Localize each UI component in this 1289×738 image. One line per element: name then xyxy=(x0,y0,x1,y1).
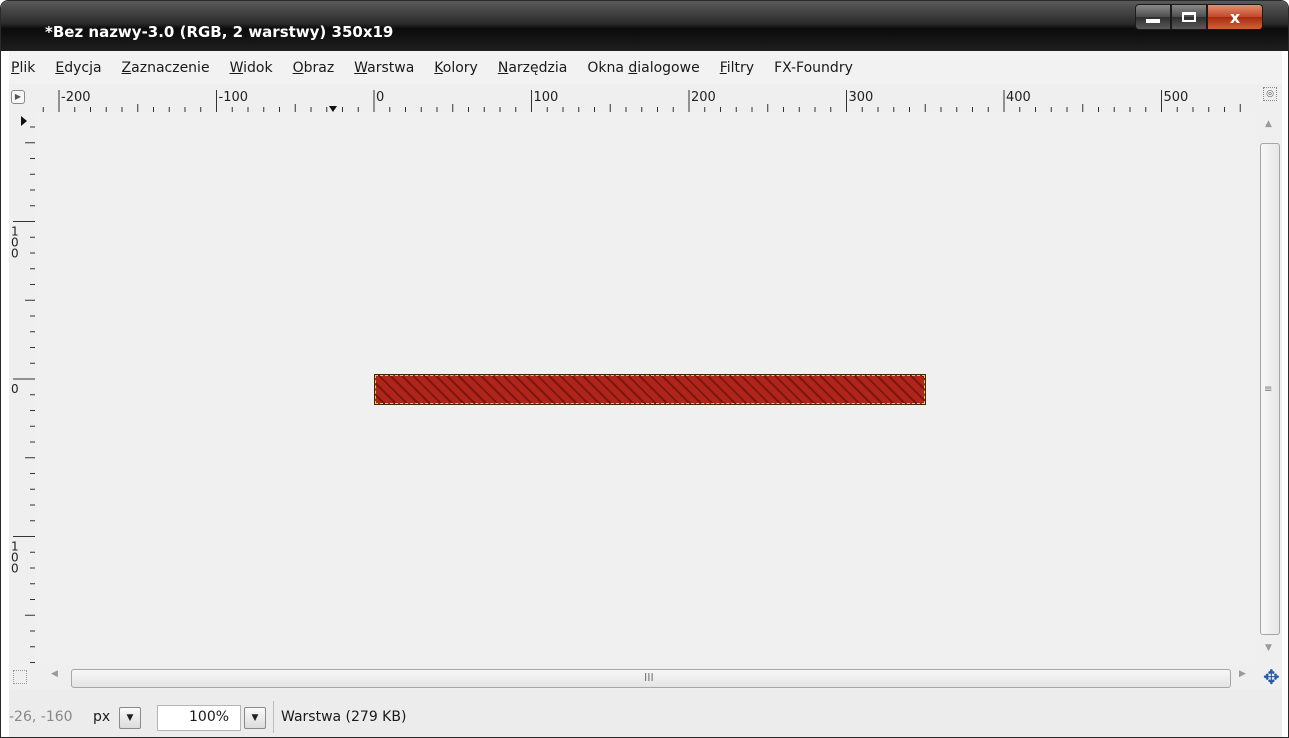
menu-item[interactable]: Kolory xyxy=(434,60,478,76)
ruler-label: 200 xyxy=(691,90,716,105)
grip-icon: ≡ xyxy=(1264,384,1273,395)
image-window: *Bez nazwy-3.0 (RGB, 2 warstwy) 350x19 x… xyxy=(0,0,1289,738)
menu-arrow-icon[interactable]: ▶ xyxy=(11,90,25,104)
title-bar[interactable]: *Bez nazwy-3.0 (RGB, 2 warstwy) 350x19 x xyxy=(1,1,1288,51)
menu-bar: Plik Edycja Zaznaczenie Widok Obraz Warstwa Ko… xyxy=(9,51,1282,84)
zoom-icon[interactable]: ◎ xyxy=(1263,87,1277,101)
scroll-right-icon[interactable]: ▶ xyxy=(1239,669,1246,679)
horizontal-ruler[interactable]: -200 -100 0 100 200 300 400 500 xyxy=(35,84,1255,112)
menu-item[interactable]: Obraz xyxy=(293,60,335,76)
ruler-label: 0 xyxy=(376,90,384,105)
maximize-button[interactable] xyxy=(1171,4,1207,30)
ruler-label: 300 xyxy=(849,90,874,105)
menu-item[interactable]: FX-Foundry xyxy=(774,60,853,76)
ruler-label: 400 xyxy=(1006,90,1031,105)
menu-item[interactable]: Zaznaczenie xyxy=(122,60,210,76)
minimize-icon xyxy=(1146,19,1160,23)
move-cross-icon[interactable]: ✥ xyxy=(1263,665,1280,689)
window-controls: x xyxy=(1135,4,1263,32)
close-icon: x xyxy=(1229,7,1241,27)
status-separator xyxy=(273,701,274,733)
vertical-ruler-scale: 1000100 xyxy=(11,116,35,663)
unit-selector-value[interactable]: px xyxy=(93,709,110,725)
pointer-coordinates: -26, -160 xyxy=(9,709,73,725)
menu-item[interactable]: Okna dialogowe xyxy=(587,60,699,76)
minimize-button[interactable] xyxy=(1135,4,1171,30)
menu-item[interactable]: Warstwa xyxy=(354,60,414,76)
scroll-down-icon[interactable]: ▼ xyxy=(1265,643,1272,653)
ruler-label: 100 xyxy=(534,90,559,105)
ruler-label: 0 xyxy=(11,562,19,576)
layer-bar[interactable] xyxy=(375,375,925,404)
menu-item[interactable]: Plik xyxy=(11,60,35,76)
ruler-label: 0 xyxy=(11,382,19,396)
unit-dropdown-button[interactable]: ▼ xyxy=(119,707,141,729)
zoom-dropdown-button[interactable]: ▼ xyxy=(244,707,266,729)
horizontal-ruler-scale: -200 -100 0 100 200 300 400 500 xyxy=(42,90,1241,112)
vertical-ruler[interactable]: 1000100 xyxy=(9,112,35,665)
pointer-marker xyxy=(21,116,27,126)
menu-item[interactable]: Edycja xyxy=(55,60,101,76)
window-title: *Bez nazwy-3.0 (RGB, 2 warstwy) 350x19 xyxy=(45,23,394,41)
ruler-label: -100 xyxy=(219,90,249,105)
menu-item[interactable]: Filtry xyxy=(720,60,754,76)
scroll-up-icon[interactable]: ▲ xyxy=(1265,119,1272,129)
menu-item[interactable]: Narzędzia xyxy=(498,60,568,76)
zoom-value[interactable]: 100% xyxy=(189,709,229,725)
scroll-left-icon[interactable]: ◀ xyxy=(51,669,58,679)
ruler-label: 0 xyxy=(11,247,19,261)
quick-mask-icon[interactable] xyxy=(13,670,27,684)
menu-item[interactable]: Widok xyxy=(230,60,273,76)
ruler-label: 500 xyxy=(1164,90,1189,105)
status-message: Warstwa (279 KB) xyxy=(281,709,407,725)
close-button[interactable]: x xyxy=(1207,4,1263,30)
maximize-icon xyxy=(1182,12,1196,22)
ruler-label: -200 xyxy=(61,90,91,105)
grip-icon: III xyxy=(644,671,654,684)
